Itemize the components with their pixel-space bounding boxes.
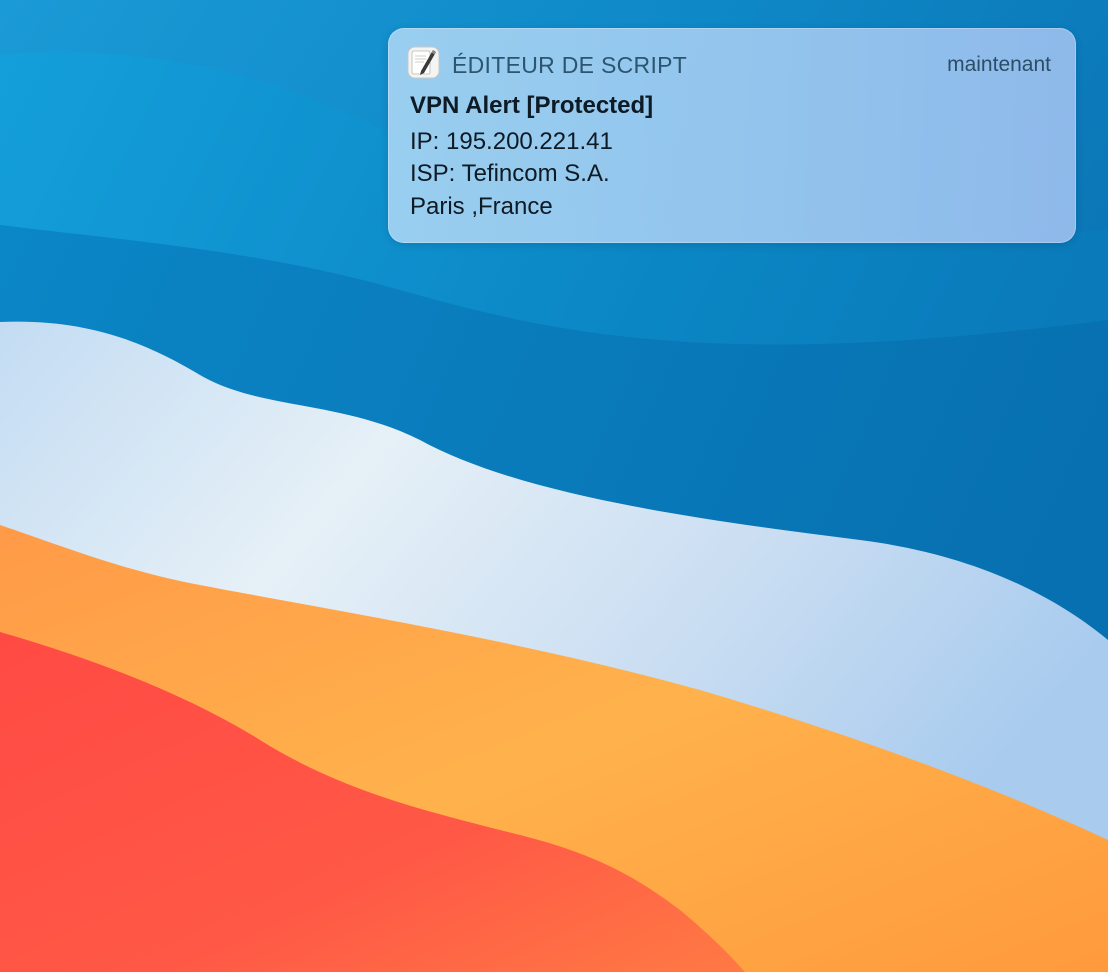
script-editor-icon — [407, 46, 440, 79]
notification-ip-line: IP: 195.200.221.41 — [410, 128, 613, 155]
notification-location-line: Paris ,France — [410, 193, 553, 220]
notification-title: VPN Alert [Protected] — [410, 92, 654, 119]
notification-timestamp: maintenant — [947, 53, 1051, 76]
notification-app-name: ÉDITEUR DE SCRIPT — [452, 52, 688, 78]
notification-banner[interactable]: ÉDITEUR DE SCRIPT maintenant VPN Alert [… — [388, 28, 1076, 243]
notification-isp-line: ISP: Tefincom S.A. — [410, 160, 610, 187]
